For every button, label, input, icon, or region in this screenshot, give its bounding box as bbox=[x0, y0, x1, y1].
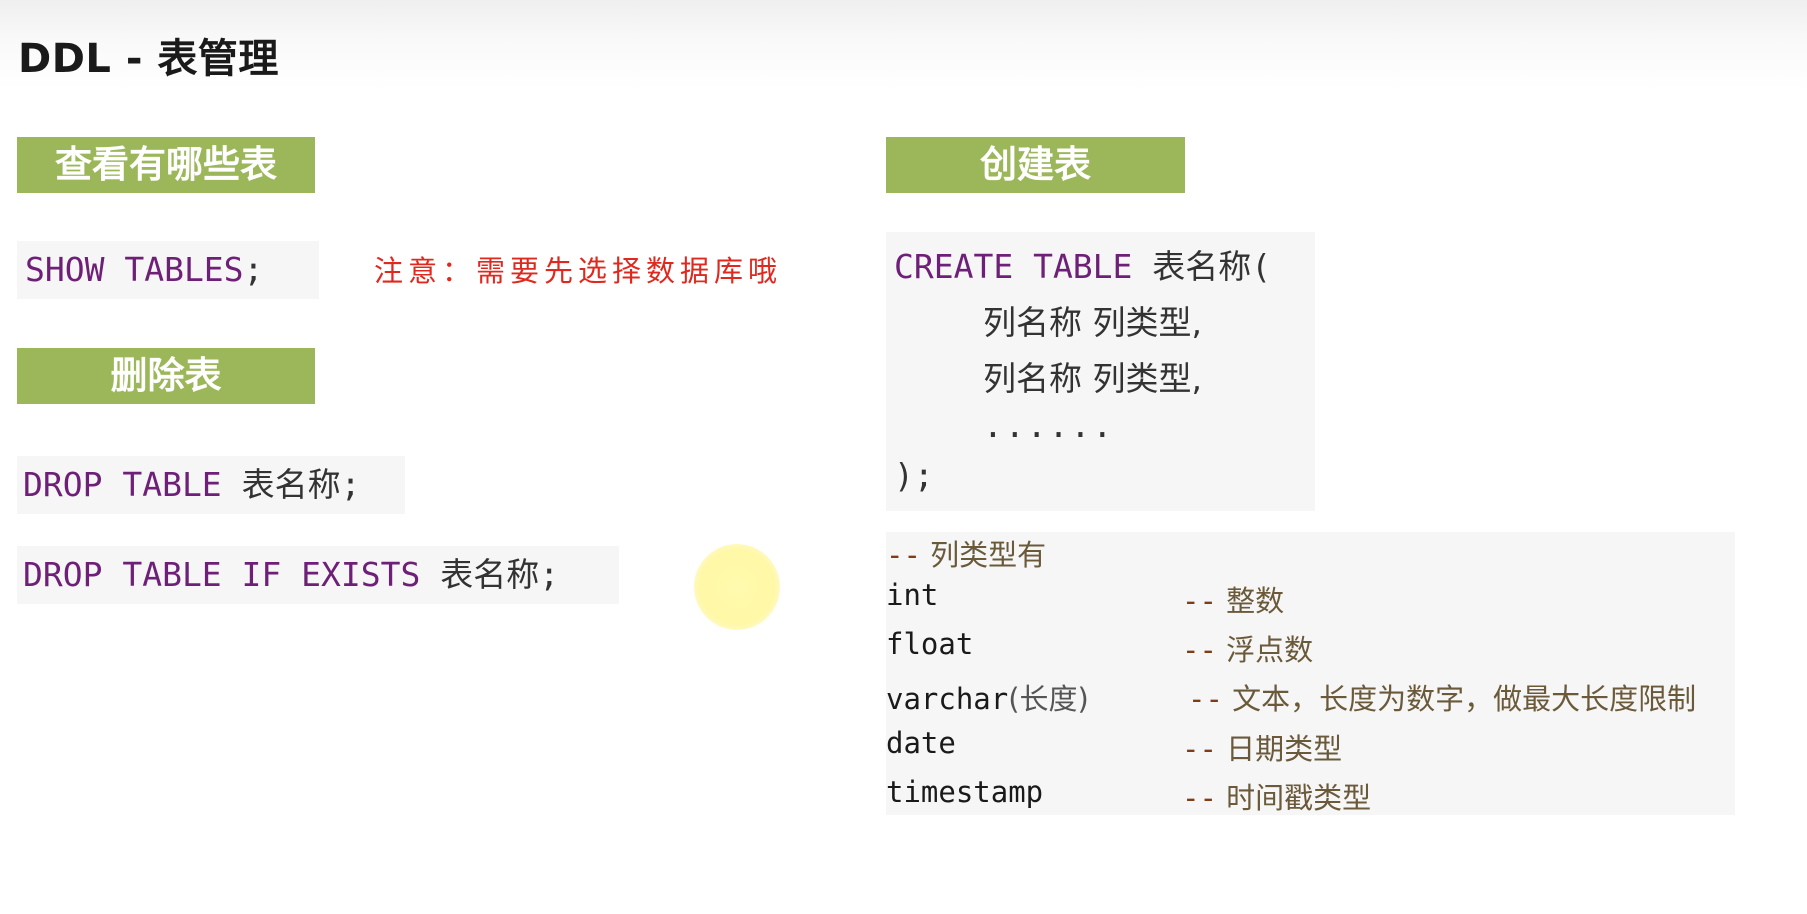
open-paren: ( bbox=[1251, 247, 1272, 286]
comment-dash: -- bbox=[886, 538, 921, 572]
show-tables-code: SHOW TABLES; bbox=[17, 241, 319, 299]
ellipsis: ...... bbox=[983, 406, 1115, 445]
column-definition: 列名称 列类型, bbox=[983, 303, 1202, 342]
type-comment-varchar: -- 文本，长度为数字，做最大长度限制 bbox=[1188, 676, 1696, 718]
comment-dash: -- bbox=[1182, 781, 1217, 815]
cursor-highlight bbox=[694, 544, 780, 630]
column-definition: 列名称 列类型, bbox=[983, 359, 1202, 398]
sql-keyword: CREATE TABLE bbox=[894, 247, 1133, 286]
close-paren: ); bbox=[894, 456, 934, 495]
drop-table-code: DROP TABLE 表名称; bbox=[17, 456, 405, 514]
type-name-float: float bbox=[886, 627, 974, 661]
table-name-placeholder: 表名称 bbox=[241, 465, 341, 504]
table-name-placeholder: 表名称 bbox=[440, 555, 540, 594]
sql-semicolon: ; bbox=[340, 465, 361, 504]
comment-dash: -- bbox=[1182, 732, 1217, 766]
type-arg: (长度) bbox=[1008, 682, 1089, 716]
notice-text: 注意：需要先选择数据库哦 bbox=[374, 254, 783, 288]
section-label-create-table: 创建表 bbox=[886, 137, 1185, 193]
drop-table-if-exists-code: DROP TABLE IF EXISTS 表名称; bbox=[17, 546, 619, 604]
comment-dash: -- bbox=[1182, 584, 1217, 618]
type-comment-float: -- 浮点数 bbox=[1182, 627, 1313, 669]
type-comment-timestamp: -- 时间戳类型 bbox=[1182, 775, 1371, 817]
types-header-text: 列类型有 bbox=[930, 538, 1047, 572]
section-label-drop-table: 删除表 bbox=[17, 348, 315, 404]
type-name-date: date bbox=[886, 726, 956, 760]
types-header: -- 列类型有 bbox=[886, 532, 1046, 574]
comment-dash: -- bbox=[1188, 682, 1223, 716]
type-comment-text: 浮点数 bbox=[1226, 633, 1314, 667]
type-name-int: int bbox=[886, 578, 939, 612]
sql-keyword: DROP TABLE bbox=[23, 465, 222, 504]
column-types-box: -- 列类型有 int -- 整数 float -- 浮点数 varchar(长… bbox=[886, 532, 1735, 815]
type-name-text: varchar bbox=[886, 682, 1009, 716]
sql-semicolon: ; bbox=[539, 555, 560, 594]
comment-dash: -- bbox=[1182, 633, 1217, 667]
type-comment-int: -- 整数 bbox=[1182, 578, 1284, 620]
section-label-show-tables: 查看有哪些表 bbox=[17, 137, 315, 193]
page-title: DDL - 表管理 bbox=[18, 36, 279, 82]
type-name-timestamp: timestamp bbox=[886, 775, 1044, 809]
create-table-code: CREATE TABLE 表名称( 列名称 列类型, 列名称 列类型, ....… bbox=[886, 232, 1315, 511]
type-comment-text: 整数 bbox=[1226, 584, 1285, 618]
table-name-placeholder: 表名称 bbox=[1152, 247, 1252, 286]
type-comment-text: 文本，长度为数字，做最大长度限制 bbox=[1232, 682, 1697, 716]
sql-semicolon: ; bbox=[243, 250, 264, 289]
type-comment-date: -- 日期类型 bbox=[1182, 726, 1342, 768]
type-comment-text: 时间戳类型 bbox=[1226, 781, 1372, 815]
sql-keyword: DROP TABLE IF EXISTS bbox=[23, 555, 421, 594]
type-comment-text: 日期类型 bbox=[1226, 732, 1343, 766]
sql-keyword: SHOW TABLES bbox=[25, 250, 244, 289]
type-name-varchar: varchar(长度) bbox=[886, 676, 1089, 718]
create-table-head: CREATE TABLE 表名称( bbox=[894, 240, 1271, 288]
